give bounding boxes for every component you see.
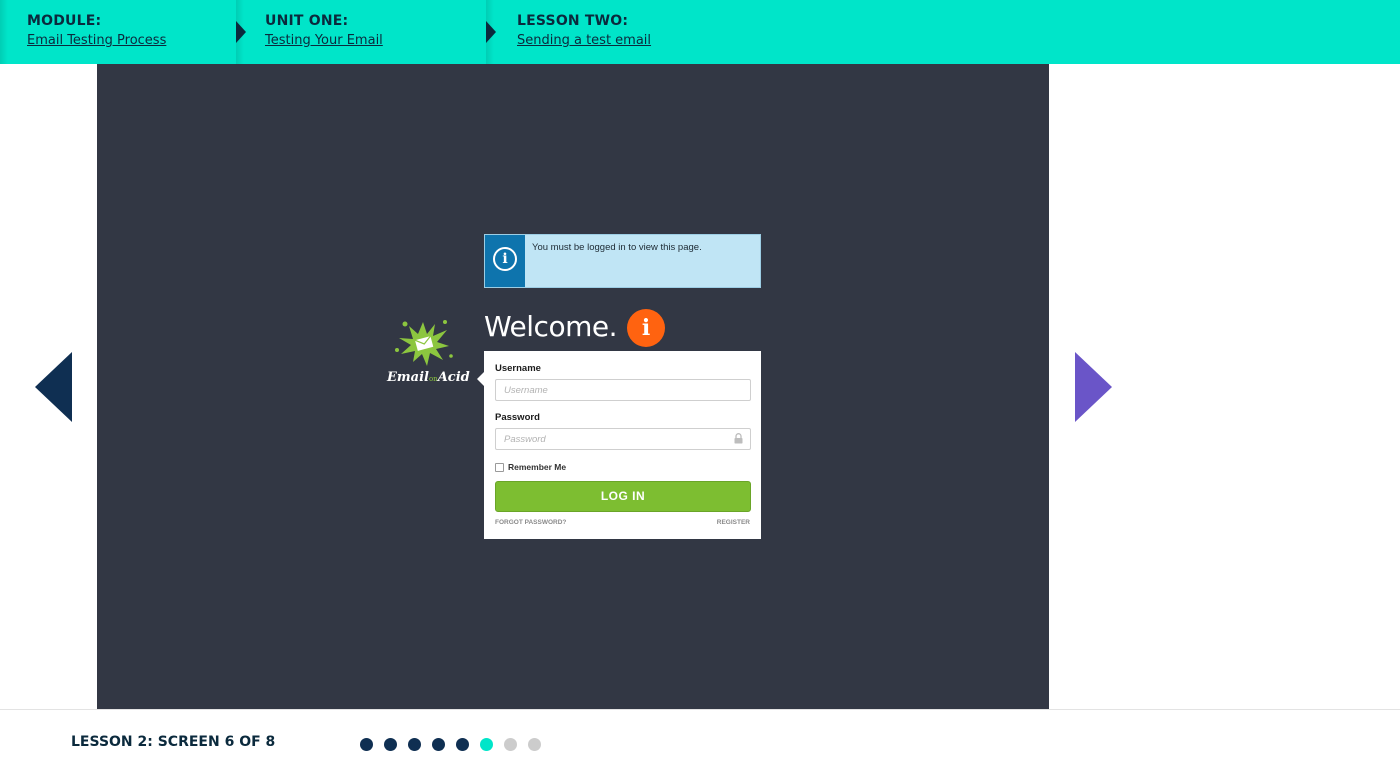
- breadcrumb-unit-title: UNIT ONE:: [265, 13, 349, 29]
- username-label: Username: [495, 363, 541, 374]
- login-required-alert: i You must be logged in to view this pag…: [484, 234, 761, 288]
- info-circle-icon: i: [493, 247, 517, 271]
- screen-progress-dots: [360, 738, 552, 751]
- remember-me-label: Remember Me: [508, 462, 567, 472]
- progress-dot-1[interactable]: [360, 738, 373, 751]
- login-form: Username Password Remember Me LOG IN FOR…: [477, 351, 761, 539]
- password-label: Password: [495, 412, 540, 423]
- breadcrumb-lesson-link[interactable]: Sending a test email: [517, 33, 651, 48]
- alert-message: You must be logged in to view this page.: [532, 242, 702, 253]
- logo-wordmark-acid: Acid: [437, 370, 470, 385]
- progress-dot-7[interactable]: [504, 738, 517, 751]
- breadcrumb-lesson-title: LESSON TWO:: [517, 13, 629, 29]
- forgot-password-link[interactable]: FORGOT PASSWORD?: [495, 519, 566, 526]
- next-screen-arrow-icon[interactable]: [1075, 352, 1112, 422]
- progress-dot-3[interactable]: [408, 738, 421, 751]
- username-input[interactable]: [495, 379, 751, 401]
- logo-wordmark-on: on: [428, 375, 438, 383]
- progress-dot-8[interactable]: [528, 738, 541, 751]
- breadcrumb-module: MODULE: Email Testing Process: [27, 0, 166, 64]
- progress-dot-2[interactable]: [384, 738, 397, 751]
- chevron-right-icon: [236, 21, 246, 43]
- breadcrumb-lesson: LESSON TWO: Sending a test email: [517, 0, 651, 64]
- logo-wordmark-email: Email: [387, 370, 429, 385]
- breadcrumb-unit-link[interactable]: Testing Your Email: [265, 33, 383, 48]
- lock-icon: [734, 433, 743, 444]
- remember-me-checkbox[interactable]: [495, 462, 504, 472]
- register-link[interactable]: REGISTER: [717, 519, 750, 526]
- email-on-acid-logo: EmailonAcid: [383, 312, 470, 388]
- breadcrumb-divider: [0, 0, 8, 64]
- password-input[interactable]: [495, 428, 751, 450]
- progress-dot-5[interactable]: [456, 738, 469, 751]
- welcome-heading: Welcome.: [484, 310, 617, 343]
- breadcrumb-bar: MODULE: Email Testing Process UNIT ONE: …: [0, 0, 1400, 64]
- alert-icon-panel: i: [485, 235, 525, 287]
- info-hotspot-icon[interactable]: i: [627, 309, 665, 347]
- breadcrumb-unit: UNIT ONE: Testing Your Email: [265, 0, 383, 64]
- remember-me: Remember Me: [495, 462, 566, 472]
- footer-divider: [0, 709, 1400, 710]
- screen-counter: LESSON 2: SCREEN 6 OF 8: [71, 734, 276, 750]
- lesson-screen: i You must be logged in to view this pag…: [97, 64, 1049, 709]
- breadcrumb-module-link[interactable]: Email Testing Process: [27, 33, 166, 48]
- acid-splash-icon: [395, 320, 453, 366]
- logo-wordmark: EmailonAcid: [387, 370, 470, 385]
- card-pointer: [477, 372, 484, 386]
- progress-dot-4[interactable]: [432, 738, 445, 751]
- chevron-right-icon: [486, 21, 496, 43]
- login-button[interactable]: LOG IN: [495, 481, 751, 512]
- previous-screen-arrow-icon[interactable]: [35, 352, 72, 422]
- breadcrumb-module-title: MODULE:: [27, 13, 102, 29]
- progress-dot-6[interactable]: [480, 738, 493, 751]
